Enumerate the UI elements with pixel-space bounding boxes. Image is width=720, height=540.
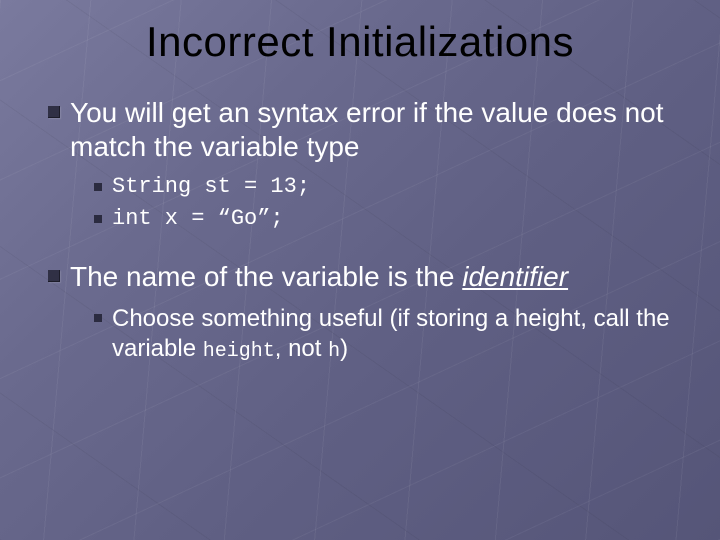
bullet-item: You will get an syntax error if the valu… — [48, 96, 680, 232]
sub-item: Choose something useful (if storing a he… — [94, 304, 680, 364]
text-run: Choose something useful (if storing a he… — [112, 305, 670, 362]
text-run: The name of the variable is the — [70, 261, 462, 292]
sub-list: Choose something useful (if storing a he… — [48, 304, 680, 364]
code-inline: height — [203, 340, 275, 363]
sub-text: Choose something useful (if storing a he… — [112, 304, 680, 364]
code-inline: h — [328, 340, 340, 363]
bullet-item: The name of the variable is the identifi… — [48, 260, 680, 364]
text-run: ) — [340, 335, 348, 362]
bullet-text: You will get an syntax error if the valu… — [70, 96, 680, 163]
bullet-text: The name of the variable is the identifi… — [70, 260, 568, 294]
bullet-list: You will get an syntax error if the valu… — [48, 96, 680, 364]
sub-item: int x = “Go”; — [94, 205, 680, 233]
sub-item: String st = 13; — [94, 173, 680, 201]
emphasized-term: identifier — [462, 261, 568, 292]
square-bullet-icon — [94, 215, 102, 223]
square-bullet-icon — [94, 314, 102, 322]
square-bullet-icon — [48, 270, 60, 282]
square-bullet-icon — [48, 106, 60, 118]
code-line: String st = 13; — [112, 173, 310, 201]
slide-title: Incorrect Initializations — [40, 18, 680, 66]
code-line: int x = “Go”; — [112, 205, 284, 233]
square-bullet-icon — [94, 183, 102, 191]
text-run: , not — [275, 335, 328, 362]
sub-list: String st = 13; int x = “Go”; — [48, 173, 680, 232]
slide: Incorrect Initializations You will get a… — [0, 0, 720, 540]
